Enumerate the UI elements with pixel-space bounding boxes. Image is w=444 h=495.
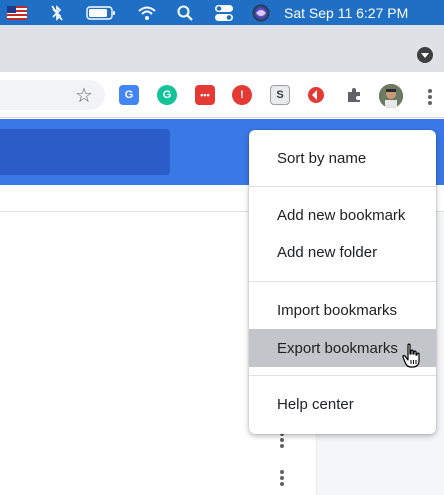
menu-bar-clock[interactable]: Sat Sep 11 6:27 PM [284, 0, 438, 25]
organize-menu: Sort by name Add new bookmark Add new fo… [249, 130, 436, 434]
hand-pointer-cursor-icon [401, 343, 423, 374]
menu-item-import-bookmarks[interactable]: Import bookmarks [249, 291, 436, 329]
grammarly-extension-label: G [162, 89, 172, 101]
menu-item-sort-by-name[interactable]: Sort by name [249, 139, 436, 177]
us-flag-icon[interactable] [6, 0, 28, 25]
bluetooth-off-icon[interactable] [47, 0, 67, 25]
adblock-extension-label: ! [240, 89, 244, 101]
macos-menu-bar: Sat Sep 11 6:27 PM [0, 0, 444, 25]
tab-search-icon[interactable] [417, 47, 433, 63]
browser-tab-strip [0, 25, 444, 72]
menu-item-add-new-folder[interactable]: Add new folder [249, 233, 436, 271]
siri-icon[interactable] [250, 0, 272, 25]
profile-avatar[interactable] [379, 84, 403, 108]
control-center-icon[interactable] [212, 0, 236, 25]
grammarly-extension-icon[interactable]: G [157, 85, 177, 105]
browser-toolbar [0, 72, 444, 118]
more-options-icon[interactable] [279, 470, 285, 486]
menu-divider [249, 186, 436, 187]
wifi-icon[interactable] [136, 0, 158, 25]
more-options-icon[interactable] [279, 432, 285, 448]
battery-icon[interactable] [85, 0, 117, 25]
bookmark-star-icon[interactable]: ☆ [73, 84, 95, 107]
adblock-extension-icon[interactable]: ! [232, 85, 252, 105]
s-extension-label: S [276, 89, 284, 101]
red-arrow-extension-icon[interactable] [306, 85, 326, 105]
chrome-menu-icon[interactable] [427, 89, 433, 105]
google-translate-extension-icon[interactable]: G [119, 85, 139, 105]
red-dots-extension-icon[interactable]: ••• [195, 85, 215, 105]
menu-item-add-new-bookmark[interactable]: Add new bookmark [249, 196, 436, 234]
spotlight-search-icon[interactable] [175, 0, 195, 25]
puzzle-extensions-icon[interactable] [344, 85, 364, 105]
google-translate-extension-label: G [124, 89, 134, 101]
s-extension-icon[interactable]: S [270, 85, 290, 105]
menu-divider [249, 375, 436, 376]
red-dots-extension-label: ••• [200, 90, 210, 100]
menu-item-help-center[interactable]: Help center [249, 385, 436, 423]
menu-divider [249, 281, 436, 282]
bookmarks-search-field[interactable] [0, 129, 170, 175]
